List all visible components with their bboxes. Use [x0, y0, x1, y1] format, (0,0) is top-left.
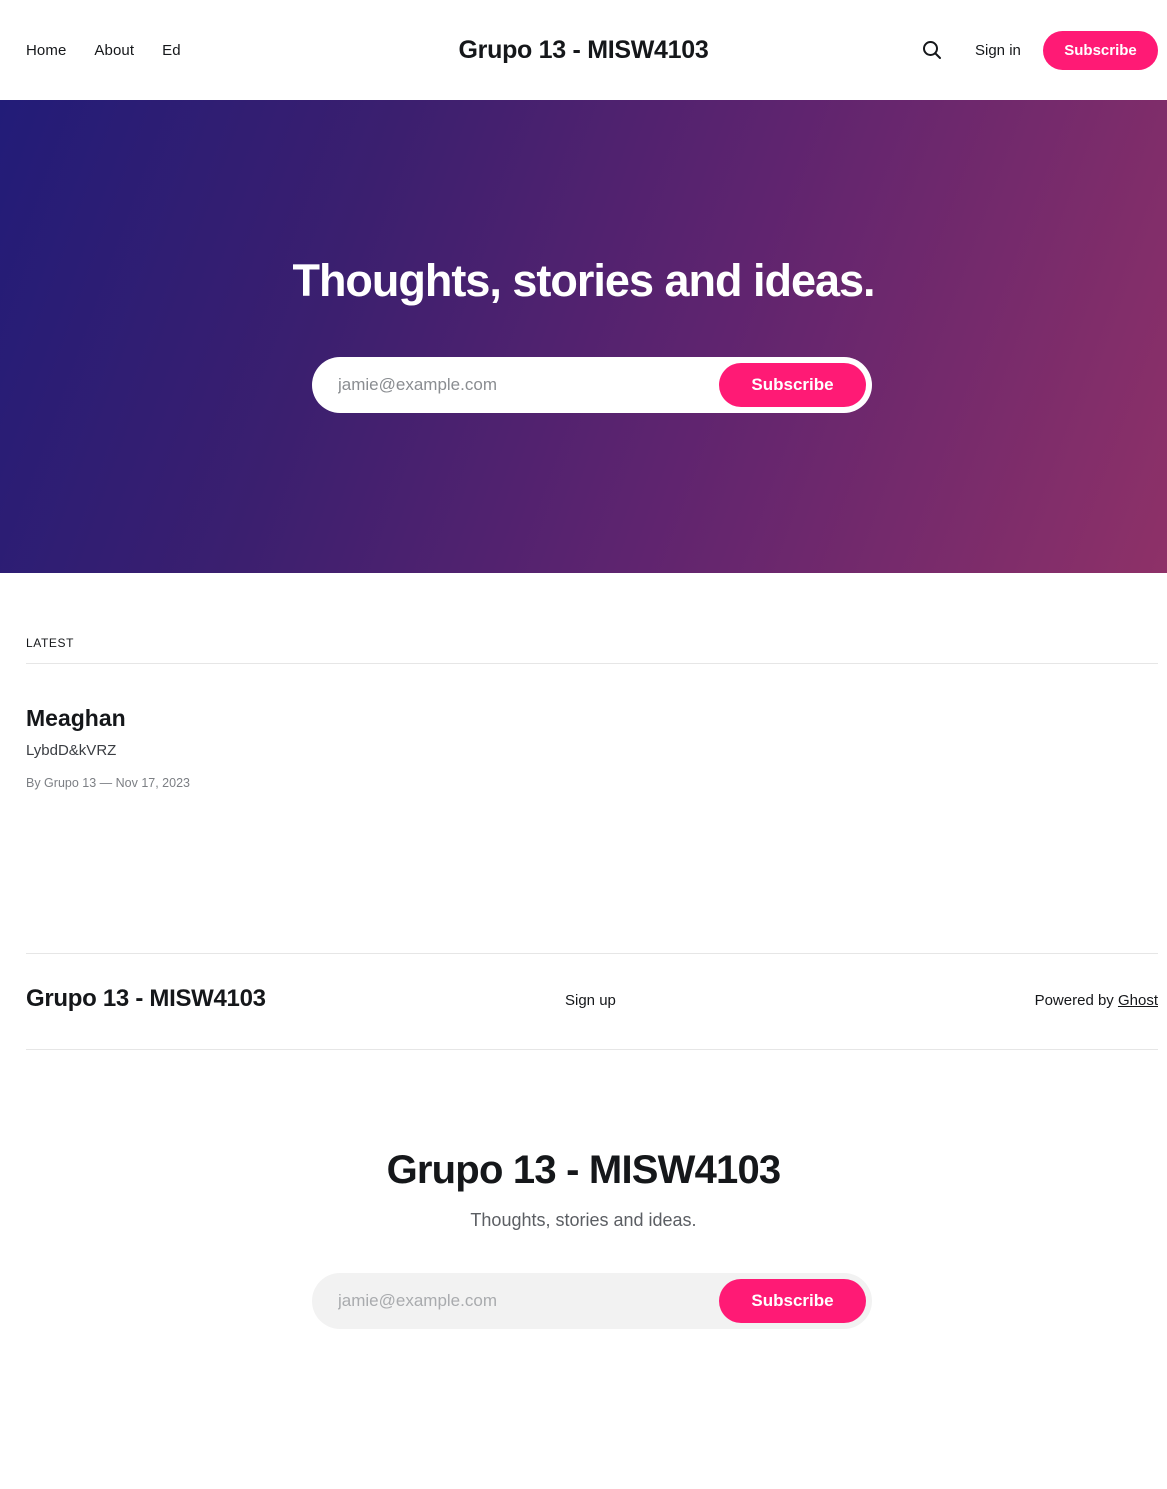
nav-about-link[interactable]: About — [94, 42, 134, 59]
nav-ed-link[interactable]: Ed — [162, 42, 181, 59]
cta-title: Grupo 13 - MISW4103 — [386, 1148, 782, 1192]
site-title-link[interactable]: Grupo 13 - MISW4103 — [459, 36, 709, 65]
post-meta: By Grupo 13 — Nov 17, 2023 — [26, 776, 190, 790]
hero-email-input[interactable] — [338, 357, 698, 413]
latest-divider — [26, 663, 1158, 664]
cta-email-input[interactable] — [338, 1273, 698, 1329]
header-subscribe-button[interactable]: Subscribe — [1043, 31, 1158, 70]
hero-subscribe-button[interactable]: Subscribe — [719, 363, 866, 407]
footer-signup-link[interactable]: Sign up — [565, 992, 616, 1009]
signin-link[interactable]: Sign in — [975, 0, 1021, 100]
nav-home-link[interactable]: Home — [26, 42, 66, 59]
search-icon[interactable] — [920, 38, 944, 62]
hero-section: Thoughts, stories and ideas. Subscribe — [0, 100, 1167, 573]
post-title[interactable]: Meaghan — [26, 705, 126, 732]
main-nav: Home About Ed — [26, 0, 181, 100]
latest-section-label: LATEST — [26, 636, 75, 650]
cta-subscribe-form: Subscribe — [312, 1273, 872, 1329]
cta-description: Thoughts, stories and ideas. — [470, 1210, 697, 1230]
cta-subscribe-button[interactable]: Subscribe — [719, 1279, 866, 1323]
footer-brand[interactable]: Grupo 13 - MISW4103 — [26, 985, 266, 1013]
site-header: Home About Ed Grupo 13 - MISW4103 Sign i… — [0, 0, 1167, 100]
hero-subscribe-form: Subscribe — [312, 357, 872, 413]
hero-title: Thoughts, stories and ideas. — [292, 255, 875, 306]
footer-bottom-divider — [26, 1049, 1158, 1050]
powered-by: Powered by Ghost — [1035, 992, 1158, 1009]
post-excerpt: LybdD&kVRZ — [26, 742, 117, 759]
ghost-link[interactable]: Ghost — [1118, 992, 1158, 1009]
powered-by-text: Powered by — [1034, 992, 1114, 1009]
footer-top-divider — [26, 953, 1158, 954]
